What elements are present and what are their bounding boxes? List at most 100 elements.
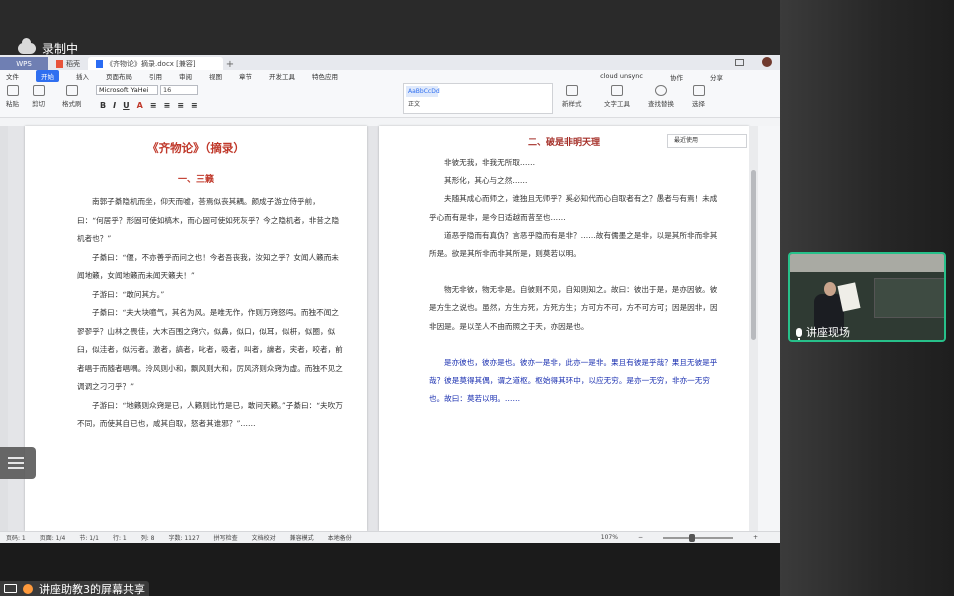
- paragraph: 子綦曰：“偃，不亦善乎而问之也！今者吾丧我，汝知之乎？女闻人籁而未闻地籁，女闻地…: [77, 252, 339, 281]
- menu-special[interactable]: 特色应用: [312, 71, 338, 81]
- menu-home[interactable]: 开始: [36, 70, 59, 82]
- font-color-icon[interactable]: A: [137, 101, 143, 110]
- italic-icon[interactable]: I: [113, 101, 116, 110]
- font-name-select[interactable]: Microsoft YaHei: [96, 85, 158, 95]
- justify-icon[interactable]: ≡: [191, 101, 198, 110]
- share-button[interactable]: 分享: [710, 72, 723, 82]
- tab-wps[interactable]: WPS: [0, 57, 48, 70]
- status-col: 列: 8: [140, 535, 155, 542]
- ribbon-toolbar: 粘贴 剪切 格式刷 Microsoft YaHei 16 B I U A ≡ ≡…: [0, 82, 780, 118]
- screen-share-label: 讲座助教3的屏幕共享: [39, 582, 145, 596]
- status-backup[interactable]: 本地备份: [328, 533, 352, 542]
- screen-icon: [4, 584, 17, 593]
- camera-feed[interactable]: 讲座现场: [788, 252, 946, 342]
- menu-review[interactable]: 审阅: [179, 71, 192, 81]
- collab-button[interactable]: 协作: [670, 72, 683, 82]
- brush-icon: [65, 85, 78, 96]
- new-style-label: 新样式: [562, 100, 582, 108]
- paragraph: 南郭子綦隐机而坐，仰天而嘘，荅焉似丧其耦。颜成子游立侍乎前，曰：“何居乎？形固可…: [77, 197, 340, 243]
- menu-file[interactable]: 文件: [6, 71, 19, 81]
- paragraph: 其形化，其心与之然……: [444, 176, 528, 186]
- layout-icon[interactable]: [735, 58, 744, 66]
- vertical-scrollbar[interactable]: [749, 126, 758, 531]
- document-page-1[interactable]: 《齐物论》（摘录） 一、三籁 南郭子綦隐机而坐，仰天而嘘，荅焉似丧其耦。颜成子游…: [25, 126, 367, 531]
- zoom-slider[interactable]: [662, 533, 733, 542]
- find-replace-label: 查找替换: [648, 100, 674, 108]
- cloud-icon: [18, 38, 36, 54]
- style-normal-preview[interactable]: AaBbCcDd: [406, 86, 440, 97]
- format-buttons: B I U A ≡ ≡ ≡ ≡: [100, 101, 198, 110]
- select-button[interactable]: 选择: [692, 85, 705, 108]
- status-compat: 兼容模式: [289, 535, 314, 542]
- paste-button[interactable]: 粘贴: [6, 85, 19, 108]
- new-style-button[interactable]: 新样式: [562, 85, 582, 108]
- align-center-icon[interactable]: ≡: [164, 101, 171, 110]
- tab-bar: WPS 稻壳 《齐物论》摘录.docx [兼容] +: [0, 55, 780, 70]
- text-tools-button[interactable]: 文字工具: [604, 85, 630, 108]
- menu-view[interactable]: 视图: [209, 71, 222, 81]
- format-painter-label: 格式刷: [62, 100, 82, 108]
- status-section: 节: 1/1: [79, 535, 99, 542]
- paragraph: 非彼无我，非我无所取……: [444, 158, 536, 167]
- avatar[interactable]: [762, 57, 772, 67]
- zoom-in-icon[interactable]: +: [753, 534, 758, 541]
- section-heading: 一、三籁: [177, 175, 214, 185]
- camera-speaker-head: [824, 282, 836, 296]
- menu-page-layout[interactable]: 页面布局: [106, 71, 132, 81]
- tab-label: 稻壳: [66, 59, 80, 68]
- paragraph: 子游曰：“地籁则众窍是已，人籁则比竹是已，敢问天籁。”子綦曰：“夫吹万不同，而使…: [77, 400, 343, 429]
- scroll-thumb[interactable]: [751, 170, 756, 340]
- status-bar: 页码: 1 页面: 1/4 节: 1/1 行: 1 列: 8 字数: 1127 …: [0, 531, 780, 543]
- bold-icon[interactable]: B: [100, 101, 106, 110]
- recent-button[interactable]: 最近使用: [667, 134, 747, 148]
- paragraph: 子綦曰：“夫大块噫气，其名为风。是唯无作，作则万窍怒呺。而独不闻之翏翏乎？山林之…: [77, 308, 343, 391]
- user-icon: [23, 583, 33, 594]
- tab-document[interactable]: 《齐物论》摘录.docx [兼容]: [88, 57, 223, 70]
- new-tab-button[interactable]: +: [223, 59, 237, 70]
- zoom-level[interactable]: 107%: [601, 534, 618, 541]
- camera-ceiling: [790, 254, 944, 274]
- menu-dev-tools[interactable]: 开发工具: [269, 71, 295, 81]
- select-label: 选择: [692, 100, 705, 108]
- format-painter-button[interactable]: 格式刷: [62, 85, 82, 108]
- cloud-status[interactable]: cloud unsync: [600, 72, 643, 82]
- align-left-icon[interactable]: ≡: [150, 101, 157, 110]
- font-size-select[interactable]: 16: [160, 85, 198, 95]
- right-side-panel: [758, 126, 780, 531]
- zoom-slider-knob[interactable]: [688, 533, 695, 542]
- status-pages: 页面: 1/4: [39, 535, 66, 542]
- menu-references[interactable]: 引用: [149, 71, 162, 81]
- zoom-control: 107% − +: [601, 533, 772, 542]
- status-words[interactable]: 字数: 1127: [168, 533, 199, 542]
- microphone-icon: [796, 327, 802, 340]
- cut-button[interactable]: 剪切: [32, 85, 45, 108]
- tab-daoke[interactable]: 稻壳: [48, 57, 88, 70]
- zoom-out-icon[interactable]: −: [638, 534, 643, 541]
- word-doc-icon: [96, 59, 103, 68]
- style-gallery: AaBbCcDd 正文: [403, 83, 553, 114]
- side-menu-button[interactable]: [0, 447, 36, 479]
- camera-label: 讲座现场: [796, 324, 850, 340]
- status-spell[interactable]: 拼写检查: [214, 533, 238, 542]
- cursor-icon: [692, 85, 705, 96]
- search-icon: [655, 85, 667, 96]
- paragraph: 子游曰：“敢问其方。”: [92, 289, 165, 299]
- document-area[interactable]: 《齐物论》（摘录） 一、三籁 南郭子綦隐机而坐，仰天而嘘，荅焉似丧其耦。颜成子游…: [0, 126, 780, 531]
- document-title: 《齐物论》（摘录）: [147, 141, 245, 155]
- menu-insert[interactable]: 插入: [76, 71, 89, 81]
- find-replace-button[interactable]: 查找替换: [648, 85, 674, 108]
- menu-section[interactable]: 章节: [239, 71, 252, 81]
- cut-label: 剪切: [32, 100, 45, 108]
- ribbon-tabs: 文件 开始 插入 页面布局 引用 审阅 视图 章节 开发工具 特色应用 clou…: [0, 70, 780, 82]
- menu-line-icon: [8, 462, 24, 464]
- status-proof[interactable]: 文档校对: [252, 533, 276, 542]
- style-body-label[interactable]: 正文: [406, 99, 438, 110]
- tab-label: 《齐物论》摘录.docx [兼容]: [106, 59, 196, 68]
- text-tools-label: 文字工具: [604, 100, 630, 108]
- underline-icon[interactable]: U: [123, 101, 130, 110]
- align-right-icon[interactable]: ≡: [177, 101, 184, 110]
- document-page-2[interactable]: 二、破是非明天理 非彼无我，非我无所取…… 其形化，其心与之然…… 夫随其成心而…: [379, 126, 749, 531]
- menu-line-icon: [8, 467, 24, 469]
